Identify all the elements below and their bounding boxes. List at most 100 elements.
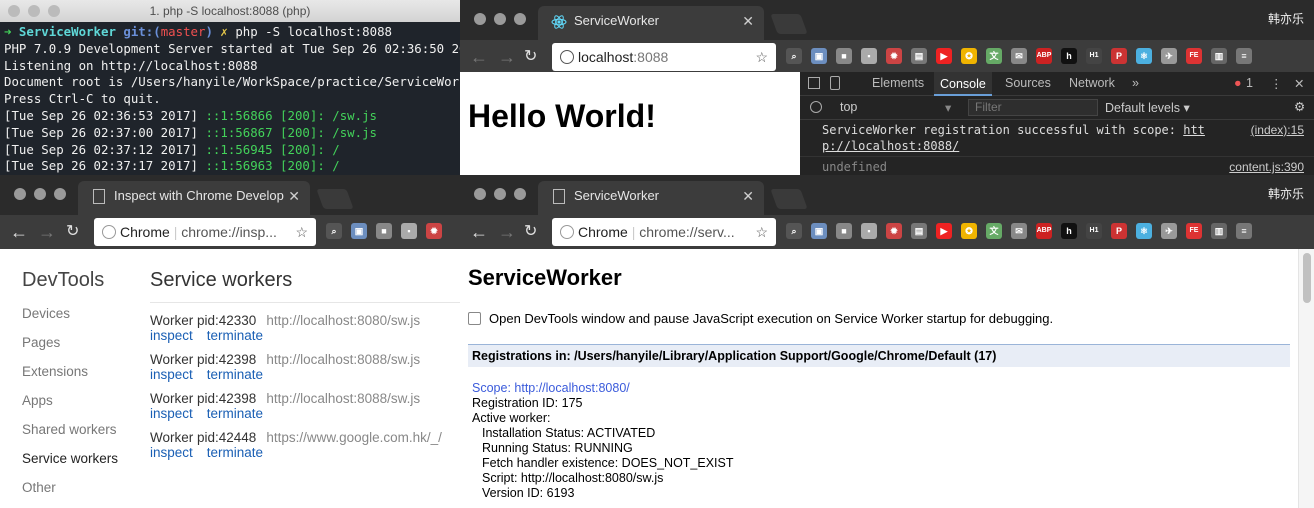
debug-option[interactable]: Open DevTools window and pause JavaScrip… <box>468 311 1290 326</box>
search-ext-icon[interactable]: ⌕ <box>326 223 342 239</box>
console-link[interactable]: htt <box>1183 123 1205 137</box>
close-dot[interactable] <box>474 13 486 25</box>
hacker-ext-icon[interactable]: h <box>1061 223 1077 239</box>
debug-checkbox[interactable] <box>468 312 481 325</box>
tab-sources[interactable]: Sources <box>1005 76 1051 90</box>
bird-ext-icon[interactable]: ✈ <box>1161 223 1177 239</box>
pinterest-ext-icon[interactable]: P <box>1111 223 1127 239</box>
react-ext-icon[interactable]: ⚛ <box>1136 223 1152 239</box>
square-ext-icon[interactable]: ■ <box>836 48 852 64</box>
h1-ext-icon[interactable]: H1 <box>1086 48 1102 64</box>
photo-ext-icon[interactable]: ▣ <box>811 223 827 239</box>
translate-ext-icon[interactable]: 文 <box>986 48 1002 64</box>
clear-console-icon[interactable] <box>810 101 822 113</box>
forward-arrow-icon[interactable]: → <box>38 221 56 243</box>
save-ext-icon[interactable]: ▪ <box>861 48 877 64</box>
minimize-dot[interactable] <box>34 188 46 200</box>
translate-ext-icon[interactable]: 文 <box>986 223 1002 239</box>
back-arrow-icon[interactable]: ← <box>10 221 28 243</box>
mail-ext-icon[interactable]: ✉ <box>1011 223 1027 239</box>
sidebar-item-other[interactable]: Other <box>22 480 118 508</box>
image-ext-icon[interactable]: ▤ <box>911 223 927 239</box>
close-tab-icon[interactable]: ✕ <box>742 6 754 36</box>
more-tabs-icon[interactable]: » <box>1132 76 1139 90</box>
zoom-dot[interactable] <box>514 13 526 25</box>
react-ext-icon[interactable]: ⚛ <box>1136 48 1152 64</box>
address-bar[interactable]: Chrome | chrome://insp... ☆ <box>94 218 316 246</box>
youtube-ext-icon[interactable]: ▶ <box>936 48 952 64</box>
sidebar-item-devices[interactable]: Devices <box>22 306 118 335</box>
fe-ext-icon[interactable]: FE <box>1186 223 1202 239</box>
forward-arrow-icon[interactable]: → <box>498 46 516 68</box>
photo-ext-icon[interactable]: ▣ <box>811 48 827 64</box>
zoom-dot[interactable] <box>514 188 526 200</box>
log-levels-dropdown[interactable]: Default levels ▾ <box>1105 100 1190 115</box>
terminate-link[interactable]: terminate <box>207 406 263 421</box>
pinterest-ext-icon[interactable]: P <box>1111 48 1127 64</box>
console-filter-input[interactable]: Filter <box>968 99 1098 116</box>
close-dot[interactable] <box>474 188 486 200</box>
console-settings-gear-icon[interactable]: ⚙ <box>1294 99 1305 114</box>
inspect-element-icon[interactable] <box>808 77 820 89</box>
layout-ext-icon[interactable]: ▥ <box>1211 223 1227 239</box>
scrollbar-thumb[interactable] <box>1303 253 1311 303</box>
scope-link[interactable]: Scope: http://localhost:8080/ <box>472 381 630 395</box>
save-ext-icon[interactable]: ▪ <box>861 223 877 239</box>
back-arrow-icon[interactable]: ← <box>470 46 488 68</box>
window-controls[interactable] <box>14 188 66 200</box>
photo-ext-icon[interactable]: ▣ <box>351 223 367 239</box>
image-ext-icon[interactable]: ▤ <box>911 48 927 64</box>
profile-name[interactable]: 韩亦乐 <box>1268 185 1304 202</box>
tab-inspect[interactable]: Inspect with Chrome Develope ✕ <box>78 181 310 215</box>
search-ext-icon[interactable]: ⌕ <box>786 223 802 239</box>
console-source-link[interactable]: content.js:390 <box>1229 159 1304 175</box>
square-ext-icon[interactable]: ■ <box>376 223 392 239</box>
minimize-dot[interactable] <box>494 188 506 200</box>
compass-ext-icon[interactable]: ✪ <box>961 48 977 64</box>
tab-elements[interactable]: Elements <box>872 76 924 90</box>
console-link[interactable]: p://localhost:8088/ <box>822 139 959 153</box>
layout-ext-icon[interactable]: ▥ <box>1211 48 1227 64</box>
terminal-output[interactable]: ➜ ServiceWorker git:(master) ✗ php -S lo… <box>0 22 460 175</box>
adblock-ext-icon[interactable]: ABP <box>1036 223 1052 239</box>
reload-icon[interactable]: ↻ <box>66 221 79 243</box>
close-devtools-icon[interactable]: ✕ <box>1294 76 1304 91</box>
minimize-dot[interactable] <box>28 5 40 17</box>
h1-ext-icon[interactable]: H1 <box>1086 223 1102 239</box>
sidebar-item-service-workers[interactable]: Service workers <box>22 451 118 480</box>
device-toolbar-icon[interactable] <box>830 76 840 90</box>
reload-icon[interactable]: ↻ <box>524 46 537 68</box>
bookmark-star-icon[interactable]: ☆ <box>755 43 768 71</box>
new-tab-button[interactable] <box>770 14 808 34</box>
bird-ext-icon[interactable]: ✈ <box>1161 48 1177 64</box>
error-count[interactable]: 1 <box>1246 76 1253 90</box>
sidebar-item-extensions[interactable]: Extensions <box>22 364 118 393</box>
bug-ext-icon[interactable]: ✹ <box>886 223 902 239</box>
menu-ext-icon[interactable]: ≡ <box>1236 223 1252 239</box>
close-dot[interactable] <box>14 188 26 200</box>
menu-ext-icon[interactable]: ≡ <box>1236 48 1252 64</box>
inspect-link[interactable]: inspect <box>150 445 193 460</box>
window-controls[interactable] <box>474 188 526 200</box>
terminate-link[interactable]: terminate <box>207 328 263 343</box>
search-ext-icon[interactable]: ⌕ <box>786 48 802 64</box>
address-bar[interactable]: Chrome | chrome://serv... ☆ <box>552 218 776 246</box>
context-dropdown-icon[interactable]: ▾ <box>945 100 951 115</box>
tab-serviceworker[interactable]: ServiceWorker ✕ <box>538 181 764 215</box>
tab-serviceworker[interactable]: ServiceWorker ✕ <box>538 6 764 40</box>
zoom-dot[interactable] <box>48 5 60 17</box>
inspect-link[interactable]: inspect <box>150 406 193 421</box>
bug-ext-icon[interactable]: ✹ <box>886 48 902 64</box>
devtools-menu-icon[interactable]: ⋮ <box>1270 76 1283 91</box>
inspect-link[interactable]: inspect <box>150 367 193 382</box>
close-dot[interactable] <box>8 5 20 17</box>
youtube-ext-icon[interactable]: ▶ <box>936 223 952 239</box>
bookmark-star-icon[interactable]: ☆ <box>295 218 308 246</box>
reload-icon[interactable]: ↻ <box>524 221 537 243</box>
sidebar-item-shared-workers[interactable]: Shared workers <box>22 422 118 451</box>
inspect-link[interactable]: inspect <box>150 328 193 343</box>
adblock-ext-icon[interactable]: ABP <box>1036 48 1052 64</box>
mail-ext-icon[interactable]: ✉ <box>1011 48 1027 64</box>
forward-arrow-icon[interactable]: → <box>498 221 516 243</box>
address-bar[interactable]: localhost:8088 ☆ <box>552 43 776 71</box>
